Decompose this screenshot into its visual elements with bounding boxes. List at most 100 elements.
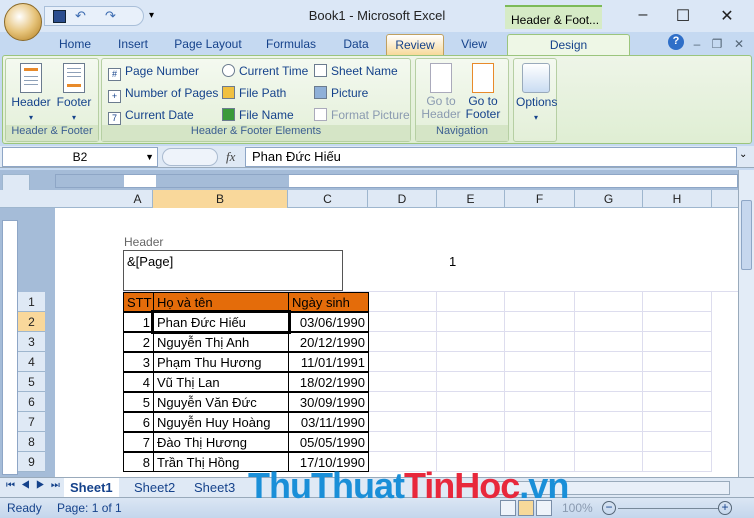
empty-cell[interactable] <box>437 412 505 432</box>
table-cell[interactable]: 30/09/1990 <box>288 392 369 412</box>
zoom-slider[interactable] <box>618 508 718 509</box>
tab-data[interactable]: Data <box>334 34 378 55</box>
sheet-name-button[interactable]: Sheet Name <box>314 62 398 80</box>
column-header-g[interactable]: G <box>575 190 643 208</box>
table-cell[interactable]: Nguyễn Thị Anh <box>153 332 289 352</box>
go-to-header-button[interactable]: Go to Header <box>420 63 462 121</box>
format-picture-button[interactable]: Format Picture <box>314 106 410 124</box>
sheet-nav-buttons[interactable]: ⏮◀▶⏭ <box>6 480 66 491</box>
empty-cell[interactable] <box>505 392 575 412</box>
empty-cell[interactable] <box>505 352 575 372</box>
empty-cell[interactable] <box>643 292 712 312</box>
empty-cell[interactable] <box>505 312 575 332</box>
sheet-tab-sheet1[interactable]: Sheet1 <box>64 478 119 497</box>
file-name-button[interactable]: File Name <box>222 106 294 124</box>
vertical-ruler[interactable] <box>2 220 18 475</box>
number-of-pages-button[interactable]: + Number of Pages <box>108 84 218 103</box>
table-cell[interactable]: 05/05/1990 <box>288 432 369 452</box>
empty-cell[interactable] <box>368 292 437 312</box>
redo-icon[interactable]: ↷ <box>105 8 118 23</box>
table-cell[interactable]: 1 <box>123 312 154 332</box>
empty-cell[interactable] <box>368 332 437 352</box>
empty-cell[interactable] <box>643 432 712 452</box>
table-cell[interactable]: Nguyễn Văn Đức <box>153 392 289 412</box>
header-left-section[interactable]: &[Page] <box>123 250 343 291</box>
empty-cell[interactable] <box>575 332 643 352</box>
close-button[interactable]: ✕ <box>712 6 742 26</box>
table-header-cell[interactable]: STT <box>123 292 154 312</box>
save-icon[interactable] <box>53 10 66 23</box>
close-workbook-icon[interactable]: ✕ <box>732 34 746 55</box>
column-header-h[interactable]: H <box>643 190 712 208</box>
header-button[interactable]: Header ▾ <box>10 63 52 123</box>
empty-cell[interactable] <box>643 372 712 392</box>
formula-input[interactable]: Phan Đức Hiếu <box>245 147 737 167</box>
customize-qat-icon[interactable]: ▾ <box>149 10 162 23</box>
row-header[interactable]: 7 <box>18 412 45 432</box>
expand-formula-bar-icon[interactable]: ⌄ <box>739 149 747 160</box>
restore-window-icon[interactable]: ❐ <box>710 34 724 55</box>
table-header-cell[interactable]: Họ và tên <box>153 292 289 312</box>
current-date-button[interactable]: 7 Current Date <box>108 106 194 125</box>
horizontal-ruler[interactable] <box>55 174 738 188</box>
empty-cell[interactable] <box>643 332 712 352</box>
row-header[interactable]: 5 <box>18 372 45 392</box>
tab-page-layout[interactable]: Page Layout <box>168 34 248 55</box>
empty-cell[interactable] <box>368 412 437 432</box>
table-cell[interactable]: 03/06/1990 <box>288 312 369 332</box>
empty-cell[interactable] <box>575 372 643 392</box>
undo-icon[interactable]: ↶ <box>75 8 88 23</box>
empty-cell[interactable] <box>437 372 505 392</box>
empty-cell[interactable] <box>505 432 575 452</box>
table-cell[interactable]: Phan Đức Hiếu <box>151 310 291 334</box>
empty-cell[interactable] <box>368 372 437 392</box>
empty-cell[interactable] <box>575 452 643 472</box>
row-header[interactable]: 3 <box>18 332 45 352</box>
table-cell[interactable]: 11/01/1991 <box>288 352 369 372</box>
table-cell[interactable]: 4 <box>123 372 154 392</box>
empty-cell[interactable] <box>575 352 643 372</box>
tab-insert[interactable]: Insert <box>108 34 158 55</box>
tab-view[interactable]: View <box>452 34 496 55</box>
zoom-in-button[interactable]: + <box>718 501 732 515</box>
empty-cell[interactable] <box>575 312 643 332</box>
header-center-section[interactable]: 1 <box>449 254 456 269</box>
scroll-thumb[interactable] <box>741 200 752 270</box>
table-cell[interactable]: Nguyễn Huy Hoàng <box>153 412 289 432</box>
row-header[interactable]: 8 <box>18 432 45 452</box>
page-number-button[interactable]: # Page Number <box>108 62 199 81</box>
empty-cell[interactable] <box>437 432 505 452</box>
column-header-c[interactable]: C <box>288 190 368 208</box>
table-cell[interactable]: 6 <box>123 412 154 432</box>
empty-cell[interactable] <box>368 432 437 452</box>
empty-cell[interactable] <box>575 432 643 452</box>
ribbon-minimize-icon[interactable]: – <box>690 34 704 55</box>
tab-formulas[interactable]: Formulas <box>258 34 324 55</box>
empty-cell[interactable] <box>437 332 505 352</box>
empty-cell[interactable] <box>643 352 712 372</box>
column-header-f[interactable]: F <box>505 190 575 208</box>
row-header[interactable]: 6 <box>18 392 45 412</box>
table-cell[interactable]: 18/02/1990 <box>288 372 369 392</box>
name-box[interactable]: B2 ▼ <box>2 147 158 167</box>
file-path-button[interactable]: File Path <box>222 84 286 102</box>
insert-function-button[interactable]: fx <box>226 149 235 165</box>
go-to-footer-button[interactable]: Go to Footer <box>462 63 504 121</box>
picture-button[interactable]: Picture <box>314 84 368 102</box>
minimize-button[interactable]: – <box>628 6 658 24</box>
empty-cell[interactable] <box>368 352 437 372</box>
empty-cell[interactable] <box>575 392 643 412</box>
row-header[interactable]: 4 <box>18 352 45 372</box>
row-header[interactable]: 1 <box>18 292 45 312</box>
empty-cell[interactable] <box>575 412 643 432</box>
current-time-button[interactable]: Current Time <box>222 62 308 80</box>
footer-button[interactable]: Footer ▾ <box>54 63 94 123</box>
maximize-button[interactable]: ☐ <box>668 6 698 26</box>
table-cell[interactable]: 7 <box>123 432 154 452</box>
table-cell[interactable]: Vũ Thị Lan <box>153 372 289 392</box>
row-header[interactable]: 9 <box>18 452 45 472</box>
table-header-cell[interactable]: Ngày sinh <box>288 292 369 312</box>
sheet-tab-sheet3[interactable]: Sheet3 <box>188 478 241 497</box>
empty-cell[interactable] <box>368 312 437 332</box>
table-cell[interactable]: 5 <box>123 392 154 412</box>
